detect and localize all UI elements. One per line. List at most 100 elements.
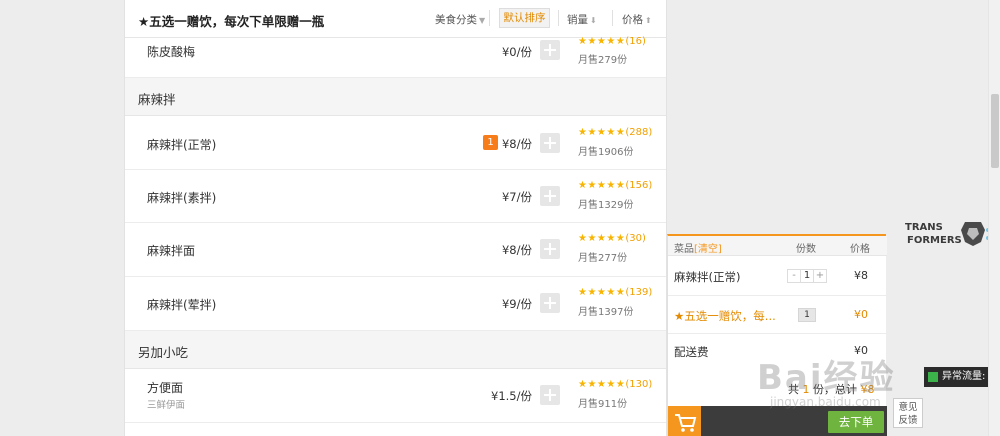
- rating-stars: ★★★★★(30): [578, 233, 646, 244]
- logo-line-2: FORMERS: [907, 235, 962, 246]
- item-price: ¥8/份: [501, 243, 532, 257]
- list-item: 麻辣拌(素拌) ¥7/份 ★★★★★(156) 月售1329份: [125, 170, 666, 223]
- monthly-sales: 月售1397份: [578, 307, 634, 318]
- sort-price-label: 价格: [622, 14, 643, 26]
- star-icons: ★★★★★: [578, 36, 626, 47]
- star-icons: ★★★★★: [578, 287, 626, 298]
- cart-qty-label: 份数: [796, 244, 816, 255]
- category-header: 另加小吃: [125, 331, 666, 369]
- menu-header: ★五选一赠饮，每次下单限赠一瓶 美食分类 ▼ 默认排序 销量 ⬇ 价格 ⬆: [125, 0, 666, 38]
- item-name: 麻辣拌(荤拌): [147, 298, 217, 312]
- rating-stars: ★★★★★(16): [578, 36, 646, 47]
- list-item: 陈皮酸梅 ¥0/份 ★★★★★(16) 月售279份: [125, 36, 666, 78]
- monthly-sales: 月售279份: [578, 55, 628, 66]
- star-icons: ★★★★★: [578, 127, 626, 138]
- add-item-button[interactable]: [540, 385, 560, 405]
- cart-bar: 去下单: [668, 406, 887, 436]
- cart-icon-button[interactable]: [668, 406, 701, 436]
- rating-stars: ★★★★★(288): [578, 127, 652, 138]
- sort-sales[interactable]: 销量 ⬇: [567, 12, 597, 27]
- divider: [612, 10, 613, 26]
- item-description: 三鲜伊面: [147, 400, 186, 411]
- list-item: 方便面 三鲜伊面 ¥1.5/份 ★★★★★(130) 月售911份: [125, 369, 666, 423]
- increase-button[interactable]: +: [814, 270, 826, 282]
- divider: [489, 10, 490, 26]
- review-count: (288): [625, 127, 653, 138]
- traffic-label: 异常流量: 93: [942, 371, 988, 382]
- item-price: ¥9/份: [501, 297, 532, 311]
- sort-sales-label: 销量: [567, 14, 588, 26]
- item-name: 方便面: [147, 381, 184, 395]
- rating-stars: ★★★★★(139): [578, 287, 652, 298]
- cart-item-price: ¥8: [854, 269, 868, 282]
- chevron-down-icon: ▼: [479, 16, 486, 25]
- sort-price[interactable]: 价格 ⬆: [622, 12, 652, 27]
- sort-category[interactable]: 美食分类 ▼: [435, 12, 485, 27]
- monthly-sales: 月售911份: [578, 399, 628, 410]
- add-item-button[interactable]: [540, 40, 560, 60]
- cart-item-name: ★五选一赠饮，每...: [674, 309, 776, 323]
- monthly-sales: 月售277份: [578, 253, 628, 264]
- category-label: 另加小吃: [138, 345, 189, 360]
- transformers-logo-icon: TRANS FORMERS: [905, 222, 990, 246]
- sort-category-label: 美食分类: [435, 14, 477, 26]
- divider: [558, 10, 559, 26]
- cart-item-price: ¥0: [854, 308, 868, 321]
- cart-header: 菜品[清空] 份数 价格: [668, 236, 887, 256]
- category-header: 麻辣拌: [125, 78, 666, 116]
- rating-stars: ★★★★★(130): [578, 379, 652, 390]
- add-item-button[interactable]: [540, 239, 560, 259]
- arrow-down-icon: ⬇: [590, 16, 597, 25]
- traffic-monitor[interactable]: 异常流量: 93: [924, 367, 988, 387]
- review-count: (156): [625, 180, 653, 191]
- logo-line-1: TRANS: [905, 222, 943, 233]
- feedback-button[interactable]: 意见 反馈: [893, 398, 923, 428]
- feedback-label-line1: 意见: [898, 402, 918, 413]
- quantity-value: 1: [800, 270, 814, 282]
- scrollbar-thumb[interactable]: [991, 94, 999, 168]
- menu-panel: ★五选一赠饮，每次下单限赠一瓶 美食分类 ▼ 默认排序 销量 ⬇ 价格 ⬆ 陈皮酸梅 …: [124, 0, 667, 436]
- item-price: ¥7/份: [501, 190, 532, 204]
- feedback-label-line2: 反馈: [898, 415, 918, 426]
- cart-dish-label: 菜品: [674, 244, 694, 255]
- quantity-badge: 1: [483, 135, 498, 150]
- promo-title: ★五选一赠饮，每次下单限赠一瓶: [138, 14, 325, 29]
- item-name: 麻辣拌(素拌): [147, 191, 217, 205]
- list-item: 麻辣拌(正常) 1 ¥8/份 ★★★★★(288) 月售1906份: [125, 116, 666, 170]
- item-price: ¥1.5/份: [491, 389, 532, 403]
- decrease-button[interactable]: -: [788, 270, 800, 282]
- item-name: 麻辣拌面: [147, 244, 196, 258]
- review-count: (30): [625, 233, 646, 244]
- cart-price-label: 价格: [850, 244, 870, 255]
- review-count: (16): [625, 36, 646, 47]
- star-icons: ★★★★★: [578, 233, 626, 244]
- monitor-icon: [928, 372, 938, 382]
- item-price: ¥0/份: [501, 45, 532, 59]
- arrow-up-icon: ⬆: [645, 16, 652, 25]
- scrollbar[interactable]: [988, 0, 1000, 436]
- clear-cart-link[interactable]: [清空]: [694, 244, 722, 255]
- list-item: 麻辣拌(荤拌) ¥9/份 ★★★★★(139) 月售1397份: [125, 277, 666, 331]
- monthly-sales: 月售1906份: [578, 147, 634, 158]
- cart-line: 麻辣拌(正常) - 1 + ¥8: [668, 256, 887, 296]
- shopping-cart-icon: [675, 414, 697, 432]
- delivery-fee-label: 配送费: [674, 345, 709, 359]
- rating-stars: ★★★★★(156): [578, 180, 652, 191]
- item-name: 陈皮酸梅: [147, 45, 196, 59]
- review-count: (139): [625, 287, 653, 298]
- monthly-sales: 月售1329份: [578, 200, 634, 211]
- list-item: 麻辣拌面 ¥8/份 ★★★★★(30) 月售277份: [125, 223, 666, 277]
- watermark: Bai经验: [757, 358, 896, 398]
- star-icons: ★★★★★: [578, 379, 626, 390]
- review-count: (130): [625, 379, 653, 390]
- sort-default[interactable]: 默认排序: [499, 8, 550, 28]
- item-name: 麻辣拌(正常): [147, 138, 217, 152]
- add-item-button[interactable]: [540, 133, 560, 153]
- item-price: ¥8/份: [501, 137, 532, 151]
- category-label: 麻辣拌: [138, 92, 176, 107]
- quantity-stepper[interactable]: - 1 +: [787, 269, 827, 283]
- checkout-button[interactable]: 去下单: [828, 411, 884, 433]
- add-item-button[interactable]: [540, 293, 560, 313]
- watermark-url: jingyan.baidu.com: [770, 395, 881, 409]
- add-item-button[interactable]: [540, 186, 560, 206]
